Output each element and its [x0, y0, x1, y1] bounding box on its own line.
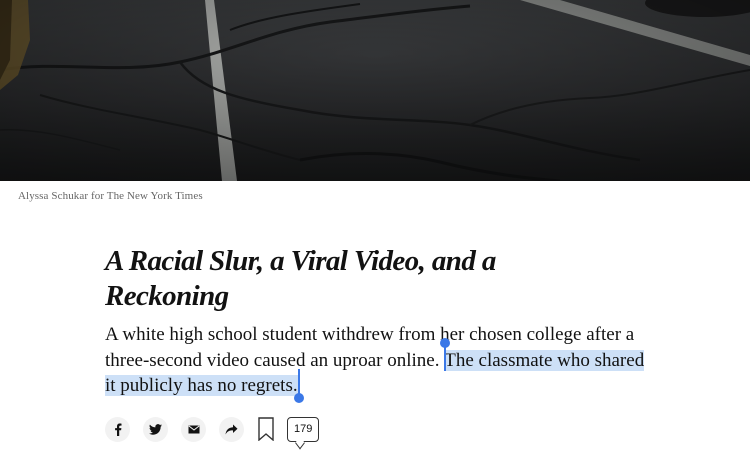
comments-button[interactable]: 179 — [287, 416, 320, 449]
more-share-button[interactable] — [219, 416, 244, 442]
speech-bubble-tail-icon — [295, 436, 305, 449]
selection-end-dot[interactable] — [293, 393, 304, 403]
comment-count: 179 — [294, 423, 313, 435]
selection-start-bar — [444, 343, 447, 371]
selection-end-bar — [297, 369, 300, 395]
hero-photo — [0, 0, 750, 181]
article-page: Alyssa Schukar for The New York Times A … — [0, 0, 750, 464]
mail-icon — [187, 425, 200, 433]
article-headline[interactable]: A Racial Slur, a Viral Video, and a Reck… — [105, 244, 575, 314]
facebook-share-button[interactable] — [105, 416, 130, 442]
twitter-icon — [149, 423, 162, 435]
twitter-share-button[interactable] — [143, 416, 168, 442]
asphalt-photo-image — [0, 0, 750, 181]
share-toolbar: 179 — [105, 415, 320, 449]
save-bookmark-button[interactable] — [257, 416, 275, 442]
email-share-button[interactable] — [181, 416, 206, 442]
share-arrow-icon — [225, 424, 238, 434]
facebook-icon — [114, 423, 121, 436]
article-summary[interactable]: A white high school student withdrew fro… — [105, 323, 650, 403]
photo-caption: Alyssa Schukar for The New York Times — [18, 190, 203, 202]
bookmark-icon — [258, 417, 274, 441]
